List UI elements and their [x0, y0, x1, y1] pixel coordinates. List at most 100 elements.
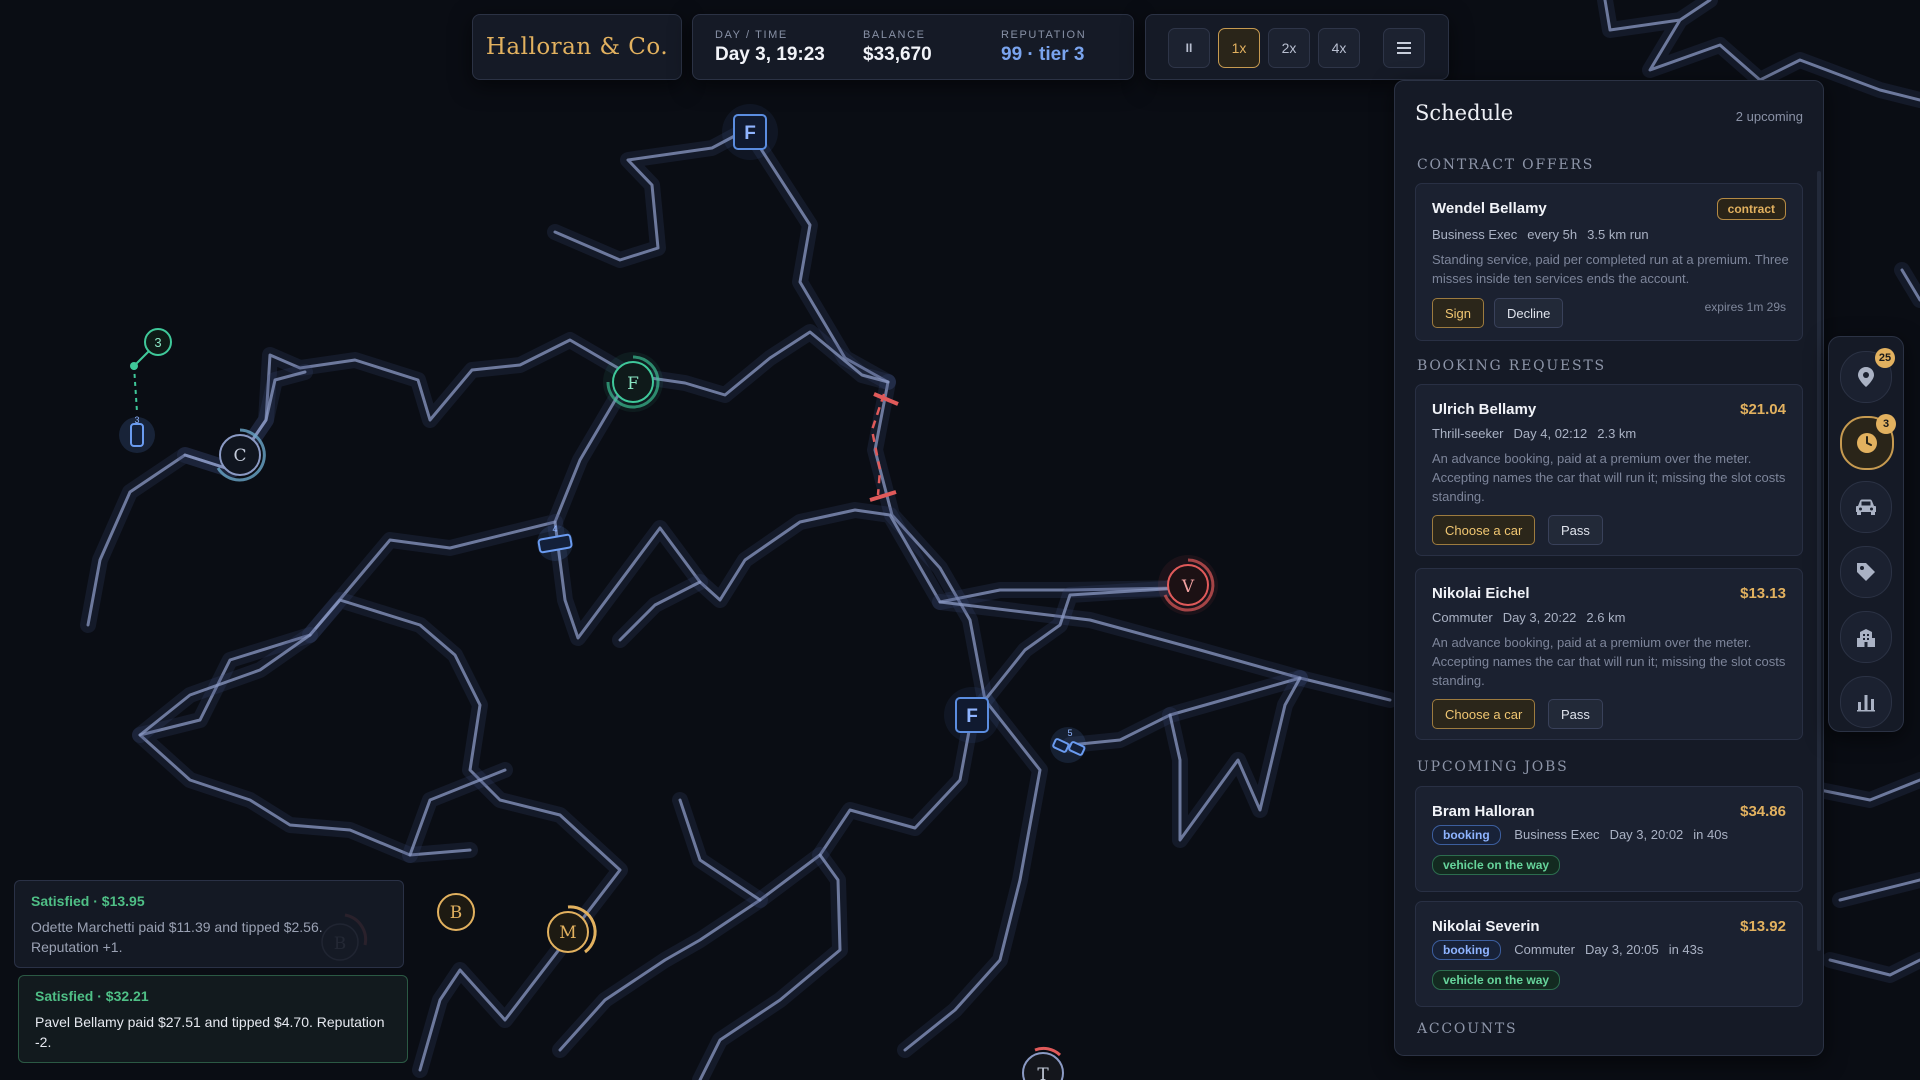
booking-description: An advance booking, paid at a premium ov… — [1432, 635, 1786, 688]
balance-value: $33,670 — [863, 44, 932, 65]
speed-4x-button[interactable]: 4x — [1318, 28, 1360, 68]
pricing-rail-button[interactable] — [1840, 546, 1892, 598]
customer-type: Commuter — [1514, 942, 1575, 957]
job-meta: booking Business Exec Day 3, 20:02 in 40s — [1432, 825, 1738, 845]
contract-description: Standing service, paid per completed run… — [1432, 252, 1789, 286]
customer-name: Nikolai Severin — [1432, 918, 1540, 935]
job-price: $13.92 — [1740, 918, 1786, 935]
contract-meta: Business Exec every 5h 3.5 km run — [1432, 227, 1659, 242]
customer-name: Nikolai Eichel — [1432, 585, 1530, 602]
node-label: F — [966, 706, 978, 727]
location-pin-icon — [1858, 367, 1874, 387]
stats-rail-button[interactable] — [1840, 676, 1892, 728]
schedule-rail-button[interactable]: 3 — [1840, 414, 1896, 470]
booking-request-card: Ulrich Bellamy $21.04 Thrill-seeker Day 4… — [1415, 384, 1803, 556]
schedule-badge: 3 — [1876, 414, 1896, 434]
job-status-badge: vehicle on the way — [1432, 970, 1561, 990]
reputation-stat: REPUTATION 99 · tier 3 — [1001, 29, 1086, 66]
contract-frequency: every 5h — [1527, 227, 1578, 242]
customer-node-m[interactable]: M — [547, 905, 597, 954]
booking-description: An advance booking, paid at a premium ov… — [1432, 451, 1786, 504]
facility-node-f-top[interactable]: F — [722, 104, 778, 160]
pass-button[interactable]: Pass — [1548, 699, 1603, 729]
customer-node-b[interactable]: B — [437, 893, 475, 931]
booking-meta: Commuter Day 3, 20:22 2.6 km — [1432, 610, 1635, 625]
facility-node-f-green[interactable]: F — [603, 352, 663, 412]
company-name-panel: Halloran & Co. — [472, 14, 682, 80]
pass-button[interactable]: Pass — [1548, 515, 1603, 545]
job-time: Day 3, 20:05 — [1584, 942, 1659, 957]
customer-type: Thrill-seeker — [1432, 426, 1504, 441]
booking-price: $13.13 — [1740, 585, 1786, 602]
toast-title: Satisfied · $32.21 — [35, 988, 149, 1004]
pause-button[interactable]: II — [1168, 28, 1210, 68]
node-label: C — [233, 446, 246, 466]
contract-run-distance: 3.5 km run — [1587, 227, 1649, 242]
facility-node-f-center[interactable]: F — [944, 687, 1000, 743]
booking-distance: 2.3 km — [1597, 426, 1637, 441]
schedule-scrollbar[interactable] — [1817, 171, 1821, 951]
notification-toast[interactable]: Satisfied · $13.95 Odette Marchetti paid… — [14, 880, 404, 968]
customer-type: Business Exec — [1432, 227, 1518, 242]
booking-request-card: Nikolai Eichel $13.13 Commuter Day 3, 20:… — [1415, 568, 1803, 740]
choose-car-button[interactable]: Choose a car — [1432, 699, 1536, 729]
side-rail: 25 3 — [1828, 336, 1904, 732]
job-status-row: vehicle on the way — [1432, 970, 1570, 990]
booking-price: $21.04 — [1740, 401, 1786, 418]
locations-badge: 25 — [1875, 348, 1895, 368]
price-tag-icon — [1857, 563, 1875, 581]
customer-node-t[interactable]: T — [1022, 1046, 1064, 1080]
pause-icon: II — [1185, 41, 1193, 55]
vehicle-label: 3 — [134, 415, 139, 425]
vehicle-car[interactable]: 5 — [1050, 727, 1086, 763]
upcoming-job-card: Bram Halloran $34.86 booking Business Ex… — [1415, 786, 1803, 892]
locations-rail-button[interactable]: 25 — [1840, 348, 1895, 403]
schedule-panel: Schedule 2 upcoming CONTRACT OFFERS Wend… — [1394, 80, 1824, 1056]
speed-2x-button[interactable]: 2x — [1268, 28, 1310, 68]
balance-label: BALANCE — [863, 29, 926, 41]
speed-controls: II 1x 2x 4x — [1145, 14, 1449, 80]
vehicle-label: 5 — [1067, 728, 1072, 738]
sign-button[interactable]: Sign — [1432, 298, 1485, 328]
job-status-row: vehicle on the way — [1432, 855, 1570, 875]
node-label: M — [559, 923, 576, 943]
customer-type: Business Exec — [1514, 827, 1600, 842]
schedule-title: Schedule — [1415, 101, 1514, 125]
node-label: V — [1181, 577, 1195, 597]
choose-car-button[interactable]: Choose a car — [1432, 515, 1536, 545]
job-eta: in 40s — [1693, 827, 1728, 842]
car-icon — [1856, 499, 1876, 515]
vehicle-label: 4 — [552, 524, 557, 534]
customer-type: Commuter — [1432, 610, 1493, 625]
vehicle-car[interactable]: 3 — [119, 415, 155, 453]
job-eta: in 43s — [1668, 942, 1704, 957]
day-time-label: DAY / TIME — [715, 29, 788, 41]
toast-title: Satisfied · $13.95 — [31, 893, 145, 909]
upcoming-jobs-heading: UPCOMING JOBS — [1417, 759, 1569, 775]
notification-toast[interactable]: Satisfied · $32.21 Pavel Bellamy paid $2… — [18, 975, 408, 1063]
contract-expiry: expires 1m 29s — [1704, 300, 1786, 314]
accounts-heading: ACCOUNTS — [1417, 1021, 1518, 1037]
day-time-value: Day 3, 19:23 — [715, 44, 825, 65]
speed-1x-button[interactable]: 1x — [1218, 28, 1260, 68]
node-label: T — [1037, 1065, 1049, 1080]
schedule-count: 2 upcoming — [1735, 109, 1803, 124]
fleet-rail-button[interactable] — [1840, 481, 1892, 533]
reputation-value: 99 · tier 3 — [1001, 44, 1085, 65]
job-meta: booking Commuter Day 3, 20:05 in 43s — [1432, 940, 1713, 960]
booking-time: Day 3, 20:22 — [1502, 610, 1577, 625]
route-waypoint[interactable]: 3 — [130, 328, 172, 413]
day-time-stat: DAY / TIME Day 3, 19:23 — [715, 29, 825, 66]
decline-button[interactable]: Decline — [1494, 298, 1564, 328]
booking-meta: Thrill-seeker Day 4, 02:12 2.3 km — [1432, 426, 1646, 441]
bar-chart-icon — [1857, 695, 1875, 712]
job-time: Day 3, 20:02 — [1609, 827, 1684, 842]
balance-stat: BALANCE $33,670 — [863, 29, 932, 66]
job-status-badge: vehicle on the way — [1432, 855, 1561, 875]
customer-name: Wendel Bellamy — [1432, 200, 1547, 217]
accounts-rail-button[interactable] — [1840, 611, 1892, 663]
menu-button[interactable] — [1383, 28, 1425, 68]
customer-node-v[interactable]: V — [1158, 555, 1218, 615]
contract-offers-heading: CONTRACT OFFERS — [1417, 157, 1595, 173]
booking-time: Day 4, 02:12 — [1513, 426, 1588, 441]
